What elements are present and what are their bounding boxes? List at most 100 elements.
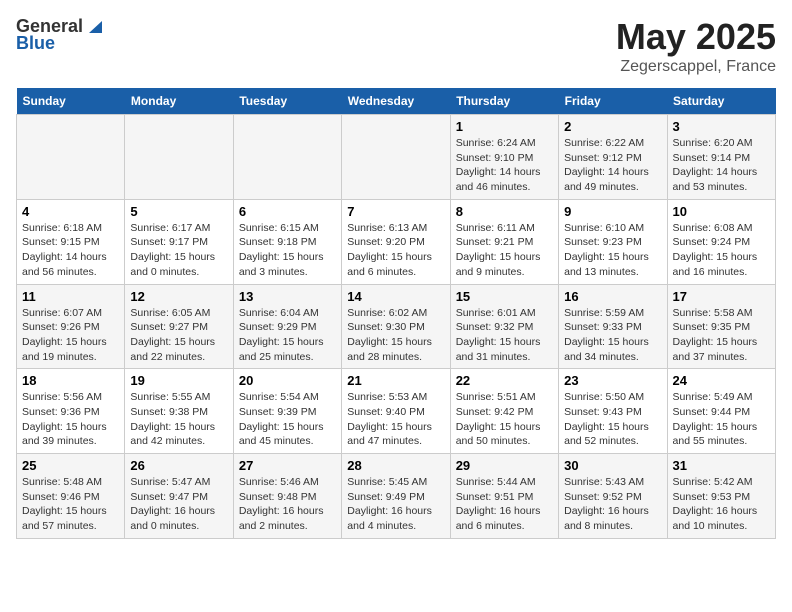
title-area: May 2025 Zegerscappel, France [616, 16, 776, 76]
day-info: Sunrise: 6:04 AMSunset: 9:29 PMDaylight:… [239, 306, 336, 365]
day-number: 25 [22, 458, 119, 473]
day-info: Sunrise: 6:08 AMSunset: 9:24 PMDaylight:… [673, 221, 770, 280]
day-info: Sunrise: 6:02 AMSunset: 9:30 PMDaylight:… [347, 306, 444, 365]
calendar-cell: 16Sunrise: 5:59 AMSunset: 9:33 PMDayligh… [559, 284, 667, 369]
day-number: 11 [22, 289, 119, 304]
day-info: Sunrise: 6:18 AMSunset: 9:15 PMDaylight:… [22, 221, 119, 280]
month-title: May 2025 [616, 16, 776, 58]
calendar-cell [125, 115, 233, 200]
calendar-cell: 19Sunrise: 5:55 AMSunset: 9:38 PMDayligh… [125, 369, 233, 454]
day-number: 12 [130, 289, 227, 304]
day-info: Sunrise: 5:50 AMSunset: 9:43 PMDaylight:… [564, 390, 661, 449]
calendar-table: SundayMondayTuesdayWednesdayThursdayFrid… [16, 88, 776, 539]
calendar-cell: 22Sunrise: 5:51 AMSunset: 9:42 PMDayligh… [450, 369, 558, 454]
day-info: Sunrise: 5:48 AMSunset: 9:46 PMDaylight:… [22, 475, 119, 534]
location: Zegerscappel, France [616, 58, 776, 76]
calendar-cell: 28 Sunrise: 5:45 AMSunset: 9:49 PMDayligh… [342, 454, 450, 539]
calendar-cell: 1 Sunrise: 6:24 AMSunset: 9:10 PMDaylight… [450, 115, 558, 200]
calendar-cell: 12 Sunrise: 6:05 AMSunset: 9:27 PMDayligh… [125, 284, 233, 369]
day-number: 17 [673, 289, 770, 304]
day-number: 30 [564, 458, 661, 473]
day-number: 21 [347, 373, 444, 388]
day-number: 4 [22, 204, 119, 219]
calendar-cell: 27 Sunrise: 5:46 AMSunset: 9:48 PMDayligh… [233, 454, 341, 539]
day-number: 28 [347, 458, 444, 473]
calendar-body: 1 Sunrise: 6:24 AMSunset: 9:10 PMDaylight… [17, 115, 776, 539]
day-info: Sunrise: 5:46 AMSunset: 9:48 PMDaylight:… [239, 475, 336, 534]
day-info: Sunrise: 6:13 AMSunset: 9:20 PMDaylight:… [347, 221, 444, 280]
header-row: SundayMondayTuesdayWednesdayThursdayFrid… [17, 88, 776, 115]
day-number: 7 [347, 204, 444, 219]
calendar-cell: 5Sunrise: 6:17 AMSunset: 9:17 PMDaylight… [125, 199, 233, 284]
calendar-cell: 21 Sunrise: 5:53 AMSunset: 9:40 PMDayligh… [342, 369, 450, 454]
day-info: Sunrise: 6:07 AMSunset: 9:26 PMDaylight:… [22, 306, 119, 365]
day-info: Sunrise: 6:10 AMSunset: 9:23 PMDaylight:… [564, 221, 661, 280]
day-info: Sunrise: 5:59 AMSunset: 9:33 PMDaylight:… [564, 306, 661, 365]
calendar-cell: 24Sunrise: 5:49 AMSunset: 9:44 PMDayligh… [667, 369, 775, 454]
calendar-cell: 2 Sunrise: 6:22 AMSunset: 9:12 PMDaylight… [559, 115, 667, 200]
calendar-cell: 9Sunrise: 6:10 AMSunset: 9:23 PMDaylight… [559, 199, 667, 284]
logo: General Blue [16, 16, 102, 54]
day-info: Sunrise: 6:15 AMSunset: 9:18 PMDaylight:… [239, 221, 336, 280]
calendar-cell: 23Sunrise: 5:50 AMSunset: 9:43 PMDayligh… [559, 369, 667, 454]
calendar-cell: 30 Sunrise: 5:43 AMSunset: 9:52 PMDayligh… [559, 454, 667, 539]
day-info: Sunrise: 6:20 AMSunset: 9:14 PMDaylight:… [673, 136, 770, 195]
calendar-cell: 7 Sunrise: 6:13 AMSunset: 9:20 PMDaylight… [342, 199, 450, 284]
day-info: Sunrise: 6:11 AMSunset: 9:21 PMDaylight:… [456, 221, 553, 280]
day-number: 8 [456, 204, 553, 219]
calendar-cell: 8 Sunrise: 6:11 AMSunset: 9:21 PMDaylight… [450, 199, 558, 284]
calendar-cell [342, 115, 450, 200]
calendar-cell [233, 115, 341, 200]
calendar-cell: 11 Sunrise: 6:07 AMSunset: 9:26 PMDayligh… [17, 284, 125, 369]
day-info: Sunrise: 5:42 AMSunset: 9:53 PMDaylight:… [673, 475, 770, 534]
calendar-cell: 13 Sunrise: 6:04 AMSunset: 9:29 PMDayligh… [233, 284, 341, 369]
day-number: 22 [456, 373, 553, 388]
header-thursday: Thursday [450, 88, 558, 115]
day-info: Sunrise: 6:22 AMSunset: 9:12 PMDaylight:… [564, 136, 661, 195]
day-info: Sunrise: 5:49 AMSunset: 9:44 PMDaylight:… [673, 390, 770, 449]
day-number: 2 [564, 119, 661, 134]
calendar-cell: 3Sunrise: 6:20 AMSunset: 9:14 PMDaylight… [667, 115, 775, 200]
calendar-cell: 15Sunrise: 6:01 AMSunset: 9:32 PMDayligh… [450, 284, 558, 369]
day-number: 13 [239, 289, 336, 304]
day-number: 26 [130, 458, 227, 473]
day-number: 29 [456, 458, 553, 473]
day-info: Sunrise: 5:47 AMSunset: 9:47 PMDaylight:… [130, 475, 227, 534]
day-info: Sunrise: 5:53 AMSunset: 9:40 PMDaylight:… [347, 390, 444, 449]
header-monday: Monday [125, 88, 233, 115]
day-number: 31 [673, 458, 770, 473]
day-info: Sunrise: 5:58 AMSunset: 9:35 PMDaylight:… [673, 306, 770, 365]
calendar-cell: 6 Sunrise: 6:15 AMSunset: 9:18 PMDaylight… [233, 199, 341, 284]
day-info: Sunrise: 6:17 AMSunset: 9:17 PMDaylight:… [130, 221, 227, 280]
calendar-cell: 4 Sunrise: 6:18 AMSunset: 9:15 PMDaylight… [17, 199, 125, 284]
page-header: General Blue May 2025 Zegerscappel, Fran… [16, 16, 776, 76]
day-number: 20 [239, 373, 336, 388]
day-info: Sunrise: 6:05 AMSunset: 9:27 PMDaylight:… [130, 306, 227, 365]
day-info: Sunrise: 6:24 AMSunset: 9:10 PMDaylight:… [456, 136, 553, 195]
day-number: 27 [239, 458, 336, 473]
day-info: Sunrise: 5:54 AMSunset: 9:39 PMDaylight:… [239, 390, 336, 449]
day-info: Sunrise: 5:45 AMSunset: 9:49 PMDaylight:… [347, 475, 444, 534]
week-row-1: 1 Sunrise: 6:24 AMSunset: 9:10 PMDaylight… [17, 115, 776, 200]
header-wednesday: Wednesday [342, 88, 450, 115]
calendar-cell: 29 Sunrise: 5:44 AMSunset: 9:51 PMDayligh… [450, 454, 558, 539]
day-number: 10 [673, 204, 770, 219]
day-info: Sunrise: 5:44 AMSunset: 9:51 PMDaylight:… [456, 475, 553, 534]
day-info: Sunrise: 5:43 AMSunset: 9:52 PMDaylight:… [564, 475, 661, 534]
week-row-3: 11 Sunrise: 6:07 AMSunset: 9:26 PMDayligh… [17, 284, 776, 369]
week-row-5: 25 Sunrise: 5:48 AMSunset: 9:46 PMDayligh… [17, 454, 776, 539]
logo-triangle-icon [84, 17, 102, 35]
calendar-cell: 17 Sunrise: 5:58 AMSunset: 9:35 PMDayligh… [667, 284, 775, 369]
day-number: 14 [347, 289, 444, 304]
logo-blue-text: Blue [16, 33, 55, 54]
day-number: 18 [22, 373, 119, 388]
day-number: 1 [456, 119, 553, 134]
calendar-cell: 20 Sunrise: 5:54 AMSunset: 9:39 PMDayligh… [233, 369, 341, 454]
header-tuesday: Tuesday [233, 88, 341, 115]
calendar-cell: 25 Sunrise: 5:48 AMSunset: 9:46 PMDayligh… [17, 454, 125, 539]
calendar-cell: 18 Sunrise: 5:56 AMSunset: 9:36 PMDayligh… [17, 369, 125, 454]
calendar-cell: 14 Sunrise: 6:02 AMSunset: 9:30 PMDayligh… [342, 284, 450, 369]
header-saturday: Saturday [667, 88, 775, 115]
day-info: Sunrise: 5:56 AMSunset: 9:36 PMDaylight:… [22, 390, 119, 449]
day-number: 6 [239, 204, 336, 219]
